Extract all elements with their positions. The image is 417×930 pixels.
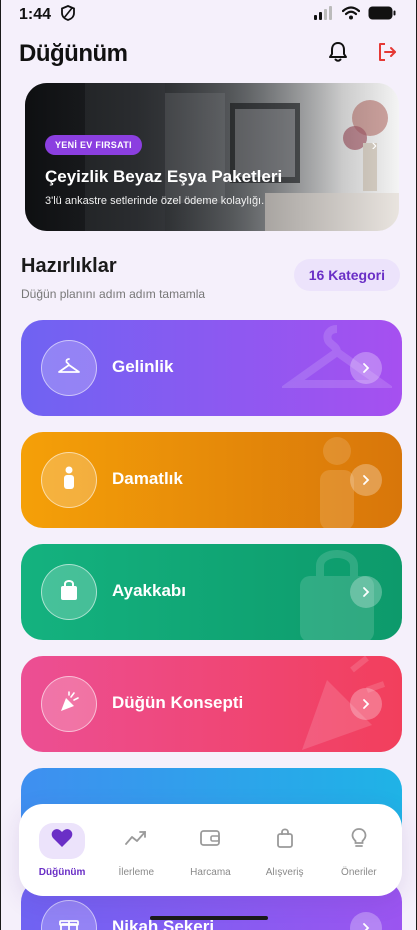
category-label: Ayakkabı <box>112 581 187 600</box>
category-label: Damatlık <box>112 469 183 488</box>
app-header: Düğünüm <box>19 36 398 72</box>
nav-label: Alışveriş <box>265 866 304 878</box>
bell-icon[interactable] <box>328 41 348 68</box>
nav-item-alisveris[interactable]: Alışveriş <box>250 823 320 878</box>
gift-icon <box>59 916 79 930</box>
promo-subtitle: 3'lü ankastre setlerinde özel ödeme kola… <box>45 195 265 207</box>
party-popper-icon <box>58 690 80 718</box>
logout-icon[interactable] <box>376 41 398 68</box>
chevron-right-icon[interactable] <box>350 576 382 608</box>
nav-label: İlerleme <box>118 866 155 878</box>
battery-icon <box>368 6 396 25</box>
category-count-badge[interactable]: 16 Kategori <box>293 259 400 291</box>
section-title: Hazırlıklar <box>21 255 117 277</box>
hanger-icon <box>57 356 81 381</box>
status-bar: 1:44 <box>1 0 416 30</box>
chevron-right-icon: › <box>371 137 377 154</box>
trend-icon <box>124 829 148 852</box>
promo-badge: YENİ EV FIRSATI <box>45 135 142 155</box>
nav-item-ilerleme[interactable]: İlerleme <box>101 823 171 878</box>
promo-banner[interactable]: YENİ EV FIRSATI Çeyizlik Beyaz Eşya Pake… <box>25 83 399 231</box>
person-icon <box>61 466 77 495</box>
nav-item-oneriler[interactable]: Öneriler <box>324 823 394 878</box>
page-title: Düğünüm <box>19 40 128 67</box>
heart-icon <box>51 828 73 853</box>
nav-label: Öneriler <box>341 866 377 878</box>
wallet-icon <box>199 828 221 853</box>
home-indicator[interactable] <box>150 916 268 920</box>
bag-icon <box>275 827 295 854</box>
promo-title: Çeyizlik Beyaz Eşya Paketleri <box>45 167 283 186</box>
category-card-dugun-konsepti[interactable]: Düğün Konsepti <box>21 656 402 752</box>
nav-label: Düğünüm <box>38 866 86 878</box>
chevron-right-icon[interactable] <box>350 688 382 720</box>
category-card-gelinlik[interactable]: Gelinlik <box>21 320 402 416</box>
shield-status-icon <box>61 4 75 26</box>
status-time: 1:44 <box>19 6 52 23</box>
section-subtitle: Düğün planını adım adım tamamla <box>21 287 206 301</box>
category-label: Düğün Konsepti <box>112 693 244 712</box>
signal-icon <box>314 5 334 25</box>
app-screen: 1:44 Düğünüm YENİ EV FIRSATI Çeyizlik Be… <box>0 0 417 930</box>
nav-item-dugunum[interactable]: Düğünüm <box>27 822 97 878</box>
bottom-navigation: Düğünüm İlerleme Harcama Alışveriş Öneri… <box>19 804 402 896</box>
lightbulb-icon <box>350 827 368 854</box>
category-card-ayakkabi[interactable]: Ayakkabı <box>21 544 402 640</box>
category-card-damatlik[interactable]: Damatlık <box>21 432 402 528</box>
chevron-right-icon[interactable] <box>350 352 382 384</box>
category-label: Gelinlik <box>112 357 174 376</box>
nav-item-harcama[interactable]: Harcama <box>175 823 245 878</box>
chevron-right-icon[interactable] <box>350 464 382 496</box>
wifi-icon <box>341 5 361 25</box>
nav-label: Harcama <box>190 866 231 878</box>
shopping-bag-icon <box>59 579 79 606</box>
chevron-right-icon[interactable] <box>350 912 382 930</box>
